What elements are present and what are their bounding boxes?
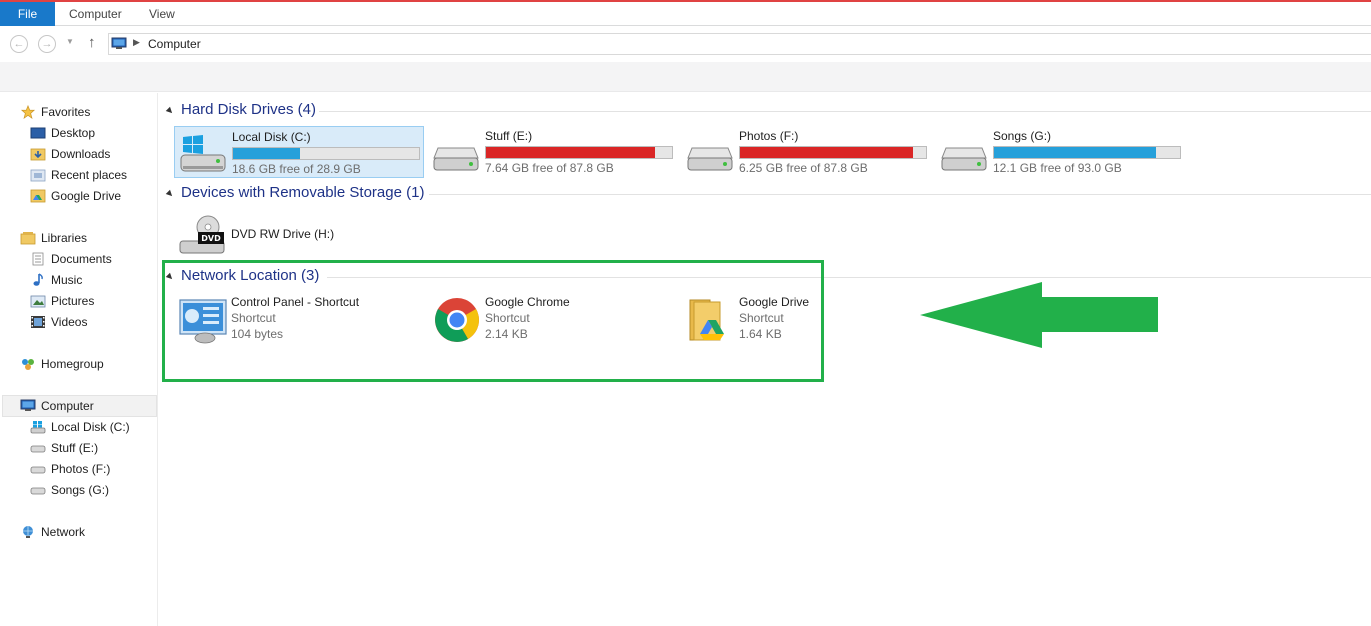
computer-icon: [111, 37, 127, 49]
music-note-icon: [33, 273, 43, 286]
google-drive-folder-icon: [30, 189, 46, 203]
forward-button[interactable]: →: [38, 35, 56, 53]
drive-usage-fill: [233, 148, 300, 159]
recent-places-icon: [30, 169, 46, 182]
tab-view[interactable]: View: [149, 2, 175, 26]
dvd-badge: DVD: [201, 234, 221, 243]
hard-drive-icon: [30, 445, 46, 453]
back-button[interactable]: ←: [10, 35, 28, 53]
drive-songs-g[interactable]: Songs (G:) 12.1 GB free of 93.0 GB: [936, 126, 1186, 178]
hard-drive-icon: [941, 147, 987, 171]
navigation-bar: ← → ▼ ↑ ▶ Computer: [0, 27, 1371, 61]
hard-drive-icon: [30, 487, 46, 495]
drive-dvd-rw-h[interactable]: DVD DVD RW Drive (H:): [174, 209, 424, 261]
annotation-arrow: [920, 282, 1158, 348]
hard-drive-icon: [30, 466, 46, 474]
drive-stuff-e[interactable]: Stuff (E:) 7.64 GB free of 87.8 GB: [428, 126, 678, 178]
arrow-left-icon: [920, 282, 1158, 348]
drive-local-disk-c[interactable]: Local Disk (C:) 18.6 GB free of 28.9 GB: [174, 126, 424, 178]
group-header-hard-disk-drives[interactable]: Hard Disk Drives (4): [165, 101, 1371, 123]
address-path[interactable]: Computer: [148, 37, 201, 51]
group-header-removable-storage[interactable]: Devices with Removable Storage (1): [165, 184, 1371, 206]
drive-usage-fill: [486, 147, 656, 158]
drive-usage-fill: [994, 147, 1156, 158]
computer-icon: [20, 399, 36, 411]
group-divider: [319, 111, 1371, 112]
drive-usage-fill: [740, 147, 913, 158]
collapse-triangle-icon[interactable]: [165, 189, 175, 199]
drive-usage-bar: [232, 147, 420, 160]
address-bar[interactable]: ▶ Computer: [108, 33, 1371, 55]
libraries-icon: [20, 232, 36, 245]
windows-drive-icon: [30, 421, 46, 434]
recent-locations-dropdown[interactable]: ▼: [66, 37, 74, 46]
pictures-icon: [30, 295, 46, 308]
tab-computer[interactable]: Computer: [69, 2, 122, 26]
group-divider: [429, 194, 1371, 195]
windows-drive-icon: [180, 135, 226, 172]
drive-usage-bar: [993, 146, 1181, 159]
videos-icon: [31, 316, 45, 328]
navigation-pane: Favorites Desktop Downloads Recent place…: [0, 93, 158, 626]
drive-usage-bar: [739, 146, 927, 159]
dvd-drive-icon: DVD: [179, 215, 225, 254]
up-button[interactable]: ↑: [88, 34, 96, 51]
documents-icon: [32, 252, 44, 266]
drive-photos-f[interactable]: Photos (F:) 6.25 GB free of 87.8 GB: [682, 126, 932, 178]
hard-drive-icon: [433, 147, 479, 171]
ribbon-tabs: File Computer View: [0, 2, 1371, 26]
collapse-triangle-icon[interactable]: [165, 106, 175, 116]
downloads-folder-icon: [30, 148, 46, 161]
hard-drive-icon: [687, 147, 733, 171]
chevron-right-icon[interactable]: ▶: [133, 37, 140, 48]
highlight-box: [162, 260, 824, 382]
network-icon: [23, 526, 33, 538]
star-icon: [20, 105, 36, 119]
nav-computer[interactable]: Computer: [2, 395, 157, 417]
desktop-icon: [30, 127, 46, 139]
toolbar-strip: [0, 62, 1371, 92]
tab-file[interactable]: File: [0, 2, 55, 26]
drive-usage-bar: [485, 146, 673, 159]
homegroup-icon: [22, 359, 34, 370]
